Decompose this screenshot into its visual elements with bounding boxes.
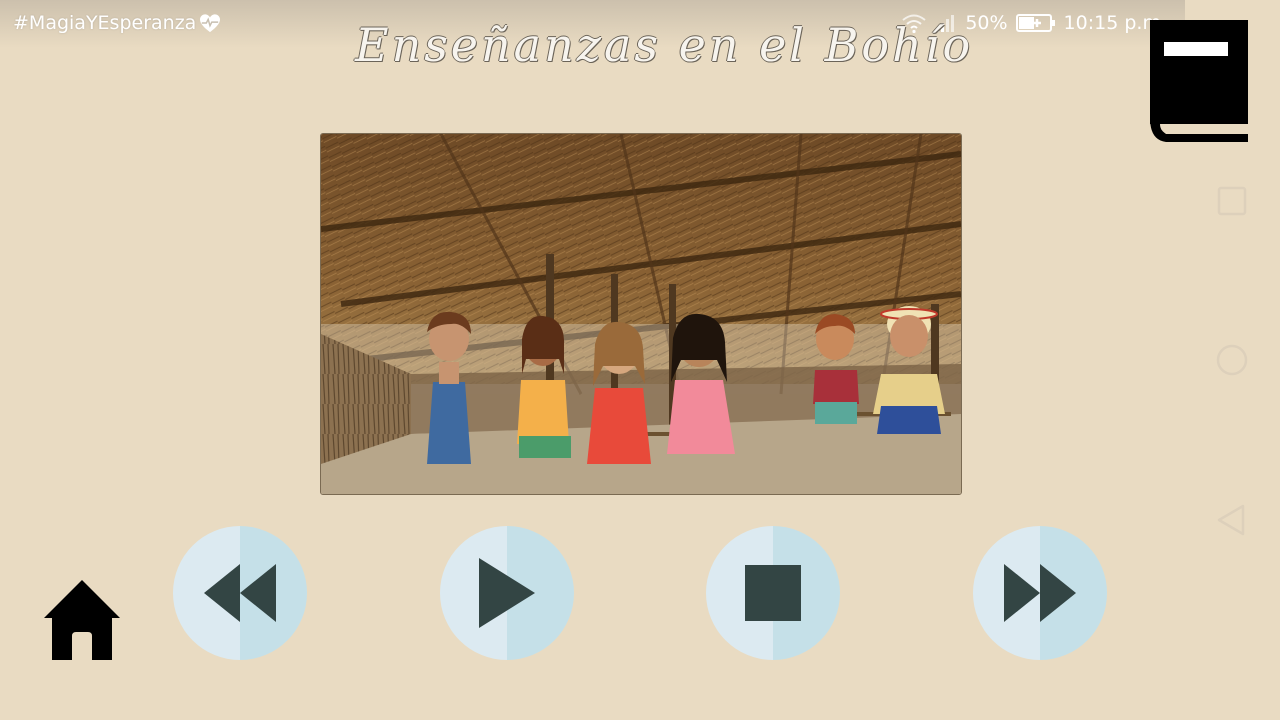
recents-icon [1217, 186, 1247, 216]
child-figure-1 [427, 311, 471, 464]
stop-icon [745, 565, 801, 621]
hashtag-text: #MagiaYEsperanza [13, 12, 197, 34]
play-button[interactable] [440, 526, 574, 660]
android-nav-bar [1185, 150, 1280, 570]
heart-pulse-icon [200, 14, 221, 33]
rewind-icon [204, 564, 276, 622]
status-left: #MagiaYEsperanza [13, 12, 221, 34]
play-icon [479, 558, 535, 628]
home-button[interactable] [42, 576, 122, 662]
app-title: Enseñanzas en el Bohío [355, 18, 974, 72]
book-icon [1150, 20, 1248, 142]
child-figure-3 [587, 321, 651, 464]
home-icon [44, 580, 120, 660]
fast-forward-icon [1004, 564, 1076, 622]
home-nav-icon [1216, 344, 1248, 376]
back-icon [1217, 504, 1245, 536]
battery-charging-icon [1015, 14, 1055, 32]
story-scene-image [320, 133, 962, 495]
rewind-button[interactable] [173, 526, 307, 660]
book-button[interactable] [1146, 18, 1250, 146]
fast-forward-button[interactable] [973, 526, 1107, 660]
child-figure-2 [517, 315, 571, 458]
stop-button[interactable] [706, 526, 840, 660]
